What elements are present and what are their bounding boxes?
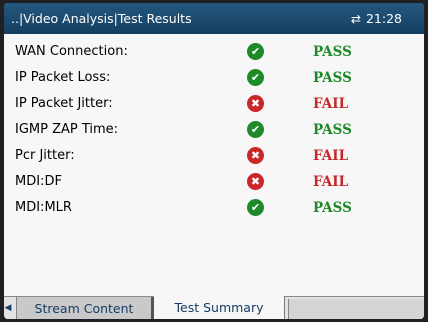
test-verdict: PASS [313,70,352,86]
result-row: IP Packet Jitter: ✖ FAIL [4,91,424,117]
test-verdict: FAIL [313,96,349,112]
page-title: ..|Video Analysis|Test Results [11,11,192,26]
test-verdict: FAIL [313,174,349,190]
test-name: IP Packet Loss: [15,70,111,85]
transfer-arrows-icon: ⇄ [350,12,361,26]
result-row: MDI:DF ✖ FAIL [4,169,424,195]
status-area: ⇄ 21:28 [351,11,402,26]
test-verdict: PASS [313,44,352,60]
title-bar: ..|Video Analysis|Test Results ⇄ 21:28 [4,3,424,34]
result-row: MDI:MLR ✔ PASS [4,195,424,221]
tab-bar: ◀ Stream Content Test Summary [4,296,424,319]
pass-check-icon: ✔ [247,43,264,60]
test-verdict: PASS [313,122,352,138]
test-name: WAN Connection: [15,44,128,59]
test-verdict: PASS [313,200,352,216]
tab-empty-slot [288,299,424,319]
result-row: Pcr Jitter: ✖ FAIL [4,143,424,169]
result-row: IP Packet Loss: ✔ PASS [4,65,424,91]
tab-stream-content[interactable]: Stream Content [16,297,154,319]
test-name: MDI:DF [15,174,62,189]
test-name: Pcr Jitter: [15,148,75,163]
fail-x-icon: ✖ [247,147,264,164]
result-row: WAN Connection: ✔ PASS [4,39,424,65]
test-name: IP Packet Jitter: [15,96,113,111]
fail-x-icon: ✖ [247,95,264,112]
test-verdict: FAIL [313,148,349,164]
test-name: IGMP ZAP Time: [15,122,119,137]
pass-check-icon: ✔ [247,69,264,86]
fail-x-icon: ✖ [247,173,264,190]
pass-check-icon: ✔ [247,199,264,216]
pass-check-icon: ✔ [247,121,264,138]
test-name: MDI:MLR [15,200,72,215]
result-row: IGMP ZAP Time: ✔ PASS [4,117,424,143]
app-screen: ..|Video Analysis|Test Results ⇄ 21:28 WA… [4,3,424,319]
clock-time: 21:28 [365,11,402,26]
tab-scroll-left-icon[interactable]: ◀ [4,297,12,319]
tab-test-summary[interactable]: Test Summary [154,296,285,319]
results-list: WAN Connection: ✔ PASS IP Packet Loss: ✔ PASS… [4,39,424,221]
